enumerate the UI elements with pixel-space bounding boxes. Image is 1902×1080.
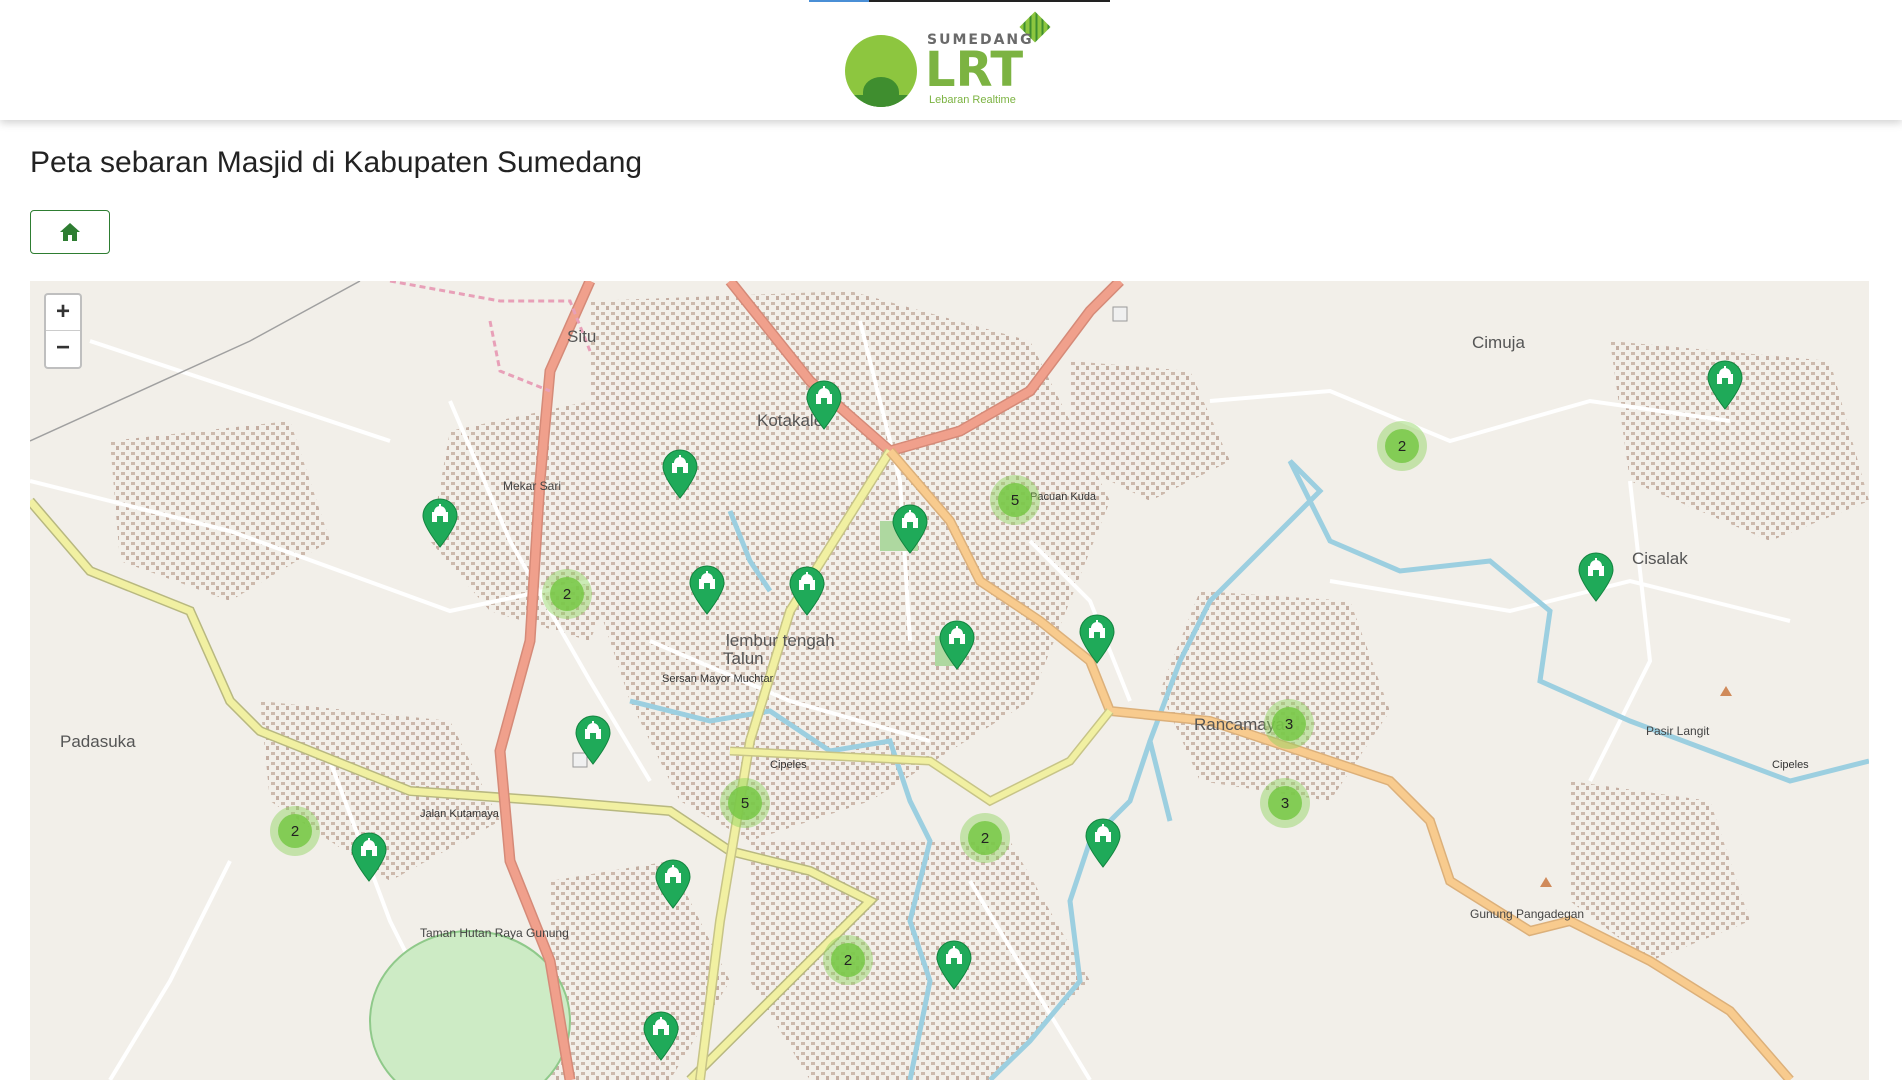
logo-main-text: LRT bbox=[925, 42, 1024, 98]
mosque-cluster[interactable]: 5 bbox=[720, 778, 770, 828]
mosque-pin-icon[interactable] bbox=[1078, 614, 1116, 664]
place-label: Cimuja bbox=[1472, 333, 1525, 352]
logo-sub-text: Lebaran Realtime bbox=[929, 94, 1016, 106]
mosque-cluster[interactable]: 3 bbox=[1260, 778, 1310, 828]
mosque-pin-icon[interactable] bbox=[1084, 818, 1122, 868]
cluster-count: 3 bbox=[1272, 707, 1306, 741]
mosque-pin-icon[interactable] bbox=[938, 620, 976, 670]
mosque-pin-icon[interactable] bbox=[574, 715, 612, 765]
place-label: Mekar Sari bbox=[503, 479, 562, 493]
place-label: Taman Hutan Raya Gunung bbox=[420, 926, 569, 940]
mosque-cluster[interactable]: 5 bbox=[990, 475, 1040, 525]
zoom-out-button[interactable]: − bbox=[46, 331, 80, 367]
mosque-pin-icon[interactable] bbox=[788, 566, 826, 616]
mosque-map[interactable]: + − Situ Cimuja Kotakaler Mekar Sari Cisalak… bbox=[30, 281, 1869, 1080]
cluster-count: 2 bbox=[831, 943, 865, 977]
peak-icon-2 bbox=[1540, 877, 1552, 887]
mosque-pin-icon[interactable] bbox=[805, 380, 843, 430]
mosque-pin-icon[interactable] bbox=[654, 859, 692, 909]
mosque-cluster[interactable]: 2 bbox=[960, 813, 1010, 863]
page-title: Peta sebaran Masjid di Kabupaten Sumedan… bbox=[30, 146, 643, 179]
place-label: Pasir Langit bbox=[1646, 724, 1710, 738]
mosque-pin-icon[interactable] bbox=[1577, 552, 1615, 602]
forest-park-area bbox=[369, 930, 571, 1080]
boundary-line-2 bbox=[488, 320, 551, 393]
cluster-count: 5 bbox=[998, 483, 1032, 517]
mosque-cluster[interactable]: 2 bbox=[1377, 421, 1427, 471]
home-button[interactable] bbox=[30, 210, 110, 254]
peak-icon bbox=[1720, 686, 1732, 696]
place-label: Gunung Pangadegan bbox=[1470, 907, 1585, 921]
mosque-cluster[interactable]: 2 bbox=[270, 806, 320, 856]
zoom-in-button[interactable]: + bbox=[46, 295, 80, 331]
cluster-count: 2 bbox=[278, 814, 312, 848]
zoom-control: + − bbox=[44, 293, 82, 369]
mosque-pin-icon[interactable] bbox=[421, 498, 459, 548]
logo-mosque-emblem bbox=[845, 35, 917, 107]
cluster-count: 3 bbox=[1268, 786, 1302, 820]
mosque-pin-icon[interactable] bbox=[661, 449, 699, 499]
mosque-cluster[interactable]: 2 bbox=[542, 569, 592, 619]
cluster-count: 2 bbox=[1385, 429, 1419, 463]
cluster-count: 5 bbox=[728, 786, 762, 820]
mosque-pin-icon[interactable] bbox=[350, 832, 388, 882]
mosque-pin-icon[interactable] bbox=[935, 940, 973, 990]
mosque-cluster[interactable]: 3 bbox=[1264, 699, 1314, 749]
road-shield-2 bbox=[1112, 306, 1128, 322]
mosque-pin-icon[interactable] bbox=[891, 504, 929, 554]
place-label: Talun bbox=[723, 649, 764, 668]
logo-ground-shape bbox=[845, 95, 917, 107]
mosque-pin-icon[interactable] bbox=[1706, 360, 1744, 410]
mosque-cluster[interactable]: 2 bbox=[823, 935, 873, 985]
site-header: SUMEDANG LRT Lebaran Realtime bbox=[0, 0, 1902, 120]
place-label: Padasuka bbox=[60, 732, 136, 751]
place-label: Sersan Mayor Muchtar bbox=[662, 673, 774, 685]
home-icon bbox=[60, 223, 80, 241]
place-label: Cipeles bbox=[1772, 759, 1809, 771]
mosque-pin-icon[interactable] bbox=[688, 565, 726, 615]
place-label: Situ bbox=[567, 327, 597, 346]
cluster-count: 2 bbox=[968, 821, 1002, 855]
place-label: Cisalak bbox=[1632, 549, 1688, 568]
cluster-count: 2 bbox=[550, 577, 584, 611]
place-label: Jalan Kutamaya bbox=[420, 808, 499, 820]
mosque-pin-icon[interactable] bbox=[642, 1011, 680, 1061]
place-label: lembur tengah bbox=[726, 631, 835, 650]
place-label: Cipeles bbox=[770, 759, 807, 771]
sumedang-lrt-logo[interactable]: SUMEDANG LRT Lebaran Realtime bbox=[843, 11, 1053, 112]
top-progress-accent bbox=[809, 0, 869, 2]
